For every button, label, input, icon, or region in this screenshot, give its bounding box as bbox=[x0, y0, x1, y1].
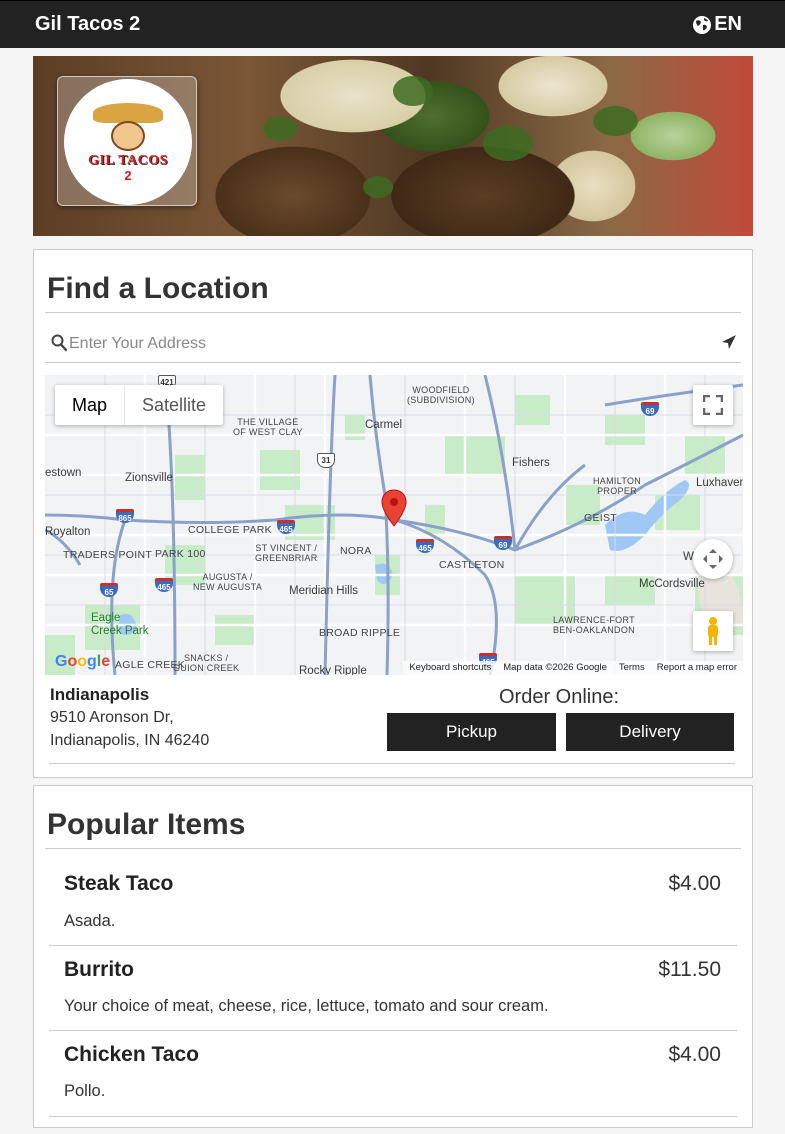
map-data-attribution: Map data ©2026 Google bbox=[503, 662, 607, 673]
location-address-line2: Indianapolis, IN 46240 bbox=[50, 732, 210, 749]
menu-item-name: Burrito bbox=[64, 958, 134, 981]
map-label: THE VILLAGE OF WEST CLAY bbox=[233, 417, 303, 437]
route-465-shield: 465 bbox=[155, 578, 173, 592]
map-label: NORA bbox=[340, 545, 372, 557]
hero-banner: GIL TACOS 2 bbox=[33, 56, 753, 236]
route-865-shield: 865 bbox=[116, 509, 134, 523]
map-label: TRADERS POINT bbox=[63, 549, 153, 561]
menu-item-price: $11.50 bbox=[658, 958, 721, 981]
language-selector[interactable]: EN bbox=[692, 13, 742, 36]
location-name: Indianapolis bbox=[50, 685, 150, 704]
order-online-label: Order Online: bbox=[499, 686, 620, 708]
restaurant-logo: GIL TACOS 2 bbox=[57, 76, 197, 206]
pickup-button[interactable]: Pickup bbox=[387, 713, 556, 751]
route-465-shield: 465 bbox=[277, 520, 295, 534]
menu-item[interactable]: Chicken Taco $4.00 Pollo. bbox=[49, 1031, 737, 1116]
map-label: Rocky Ripple bbox=[299, 665, 367, 675]
map-label: Fishers bbox=[512, 457, 550, 469]
globe-icon bbox=[693, 15, 712, 34]
map-label: COLLEGE PARK bbox=[188, 524, 272, 536]
map-label: GEIST bbox=[584, 512, 618, 524]
street-view-button[interactable] bbox=[693, 611, 733, 651]
popular-items-panel: Popular Items Steak Taco $4.00 Asada. Bu… bbox=[33, 785, 753, 1128]
map-label: McCordsville bbox=[639, 578, 705, 590]
location-marker-icon[interactable] bbox=[381, 489, 407, 527]
search-icon bbox=[51, 334, 67, 352]
menu-item[interactable]: Burrito $11.50 Your choice of meat, chee… bbox=[49, 946, 737, 1031]
menu-item-price: $4.00 bbox=[668, 872, 721, 895]
pegman-icon bbox=[708, 617, 718, 645]
map-label: AUGUSTA / NEW AUGUSTA bbox=[193, 572, 263, 592]
move-arrows-icon bbox=[703, 549, 723, 569]
location-address-line1: 9510 Aronson Dr, bbox=[50, 709, 174, 726]
top-bar: Gil Tacos 2 EN bbox=[0, 0, 785, 48]
map-label: HAMILTON PROPER bbox=[593, 476, 642, 496]
popular-items-title: Popular Items bbox=[47, 808, 246, 841]
menu-item[interactable]: Steak Taco $4.00 Asada. bbox=[49, 849, 737, 945]
route-465-shield: 465 bbox=[416, 539, 434, 553]
map-label: ST VINCENT / GREENBRIAR bbox=[255, 543, 318, 563]
location-map[interactable]: WOODFIELD (SUBDIVISION) THE VILLAGE OF WES… bbox=[45, 375, 743, 675]
map-label: Eagle Creek Park bbox=[91, 612, 149, 637]
address-search-input[interactable] bbox=[69, 330, 709, 358]
find-location-title: Find a Location bbox=[47, 272, 269, 305]
fullscreen-button[interactable] bbox=[693, 385, 733, 425]
keyboard-shortcuts-link[interactable]: Keyboard shortcuts bbox=[409, 661, 491, 675]
map-footer: Keyboard shortcuts Map data ©2026 Google… bbox=[403, 661, 743, 675]
map-label: Luxhaven bbox=[696, 477, 743, 489]
map-label: CASTLETON bbox=[439, 559, 505, 571]
map-type-control: Map Satellite bbox=[55, 385, 224, 425]
menu-item-name: Steak Taco bbox=[64, 872, 174, 895]
camera-control-button[interactable] bbox=[693, 539, 733, 579]
menu-item-description: Your choice of meat, cheese, rice, lettu… bbox=[64, 997, 549, 1015]
map-label: Meridian Hills bbox=[289, 585, 359, 597]
route-31-shield: 31 bbox=[317, 453, 335, 468]
menu-item-description: Pollo. bbox=[64, 1082, 106, 1100]
map-label: BROAD RIPPLE bbox=[319, 627, 401, 639]
send-location-icon[interactable] bbox=[721, 334, 737, 350]
report-error-link[interactable]: Report a map error bbox=[657, 661, 737, 675]
google-logo: Google bbox=[55, 653, 111, 670]
map-label: estown bbox=[45, 467, 82, 479]
menu-item-description: Asada. bbox=[64, 912, 116, 930]
find-location-panel: Find a Location Enter Your Address WOODF… bbox=[33, 249, 753, 778]
menu-item-price: $4.00 bbox=[668, 1043, 721, 1066]
delivery-button[interactable]: Delivery bbox=[566, 713, 734, 751]
map-label: Zionsville bbox=[125, 472, 173, 484]
fullscreen-icon bbox=[703, 395, 723, 415]
map-label: AGLE CREEK bbox=[115, 659, 186, 671]
language-label: EN bbox=[714, 13, 742, 35]
map-label: Royalton bbox=[45, 526, 91, 538]
map-type-map-button[interactable]: Map bbox=[55, 385, 126, 425]
map-label: PARK 100 bbox=[155, 548, 206, 560]
map-label: WOODFIELD (SUBDIVISION) bbox=[407, 385, 475, 405]
map-label: Carmel bbox=[365, 419, 403, 431]
map-type-satellite-button[interactable]: Satellite bbox=[125, 385, 223, 425]
menu-item-name: Chicken Taco bbox=[64, 1043, 199, 1066]
brand-name[interactable]: Gil Tacos 2 bbox=[35, 13, 140, 36]
map-label: LAWRENCE-FORT BEN-OAKLANDON bbox=[553, 615, 635, 635]
terms-link[interactable]: Terms bbox=[619, 661, 645, 675]
